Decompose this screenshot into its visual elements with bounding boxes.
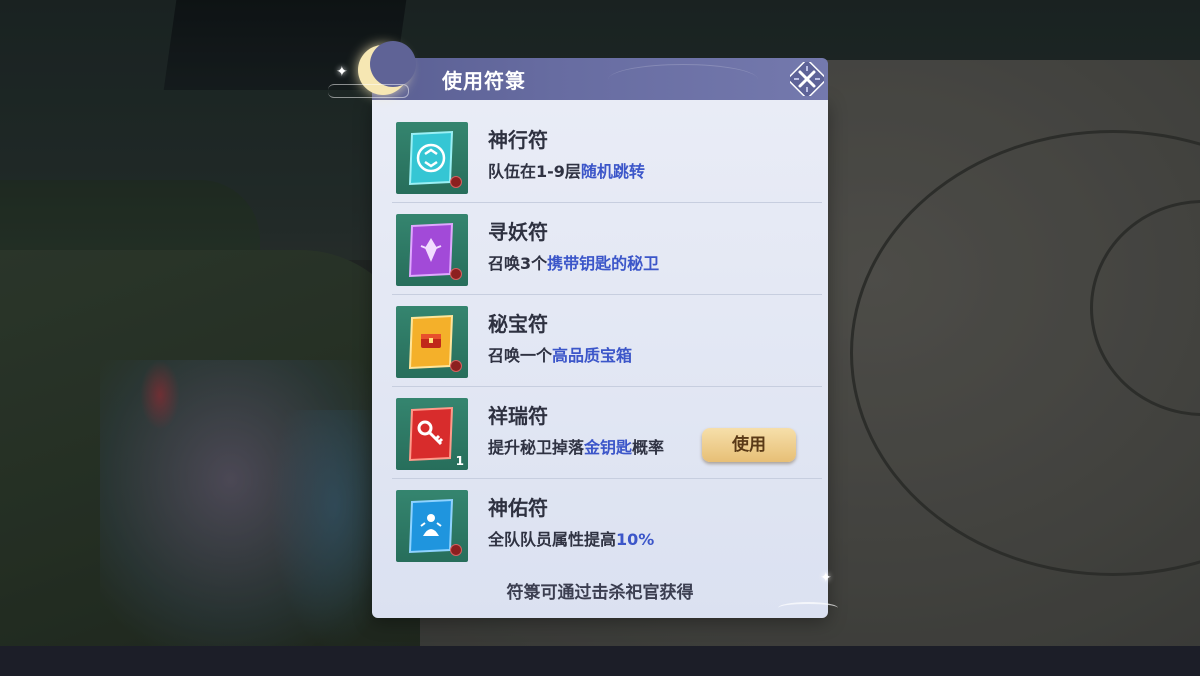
cloud-decoration [328,84,409,98]
dialog-title: 使用符箓 [442,69,526,93]
key-talisman-icon [408,406,454,462]
talisman-row[interactable]: 秘宝符 召唤一个高品质宝箱 [392,294,822,387]
talisman-icon-slot[interactable] [396,306,468,378]
lock-icon [450,360,462,372]
talisman-icon-slot[interactable] [396,490,468,562]
talisman-description: 召唤一个高品质宝箱 [488,346,633,365]
wave-decoration [778,602,838,614]
talisman-icon-slot[interactable]: 1 [396,398,468,470]
use-talisman-dialog: 使用符箓 ✦ ✦ 神行符 队伍在1-9层随机跳转 寻妖符 召唤3个携带钥匙的秘卫… [328,41,838,618]
lock-icon [450,176,462,188]
close-button[interactable] [788,60,826,98]
moon-shadow [370,41,416,87]
talisman-name: 神佑符 [488,496,548,520]
talisman-icon-slot[interactable] [396,122,468,194]
sparkle-icon: ✦ [336,64,348,80]
talisman-row[interactable]: 神佑符 全队队员属性提高10% [392,478,822,570]
quantity-label: 1 [455,454,464,468]
lock-icon [450,268,462,280]
talisman-row[interactable]: 神行符 队伍在1-9层随机跳转 [392,110,822,203]
use-button[interactable]: 使用 [702,428,796,462]
talisman-description: 召唤3个携带钥匙的秘卫 [488,254,660,273]
talisman-name: 寻妖符 [488,220,548,244]
bottom-bar [0,646,1200,676]
titlebar-pattern [608,64,758,95]
talisman-description: 提升秘卫掉落金钥匙概率 [488,438,665,457]
talisman-description: 全队队员属性提高10% [488,530,655,549]
talisman-row[interactable]: 寻妖符 召唤3个携带钥匙的秘卫 [392,202,822,295]
talisman-description: 队伍在1-9层随机跳转 [488,162,645,181]
talisman-icon-slot[interactable] [396,214,468,286]
lock-icon [450,544,462,556]
dialog-titlebar: 使用符箓 [372,58,828,100]
talisman-row[interactable]: 1 祥瑞符 提升秘卫掉落金钥匙概率 使用 [392,386,822,479]
close-icon [790,62,824,96]
talisman-name: 秘宝符 [488,312,548,336]
talisman-name: 祥瑞符 [488,404,548,428]
talisman-name: 神行符 [488,128,548,152]
dialog-footer-hint: 符箓可通过击杀祀官获得 [506,583,694,603]
